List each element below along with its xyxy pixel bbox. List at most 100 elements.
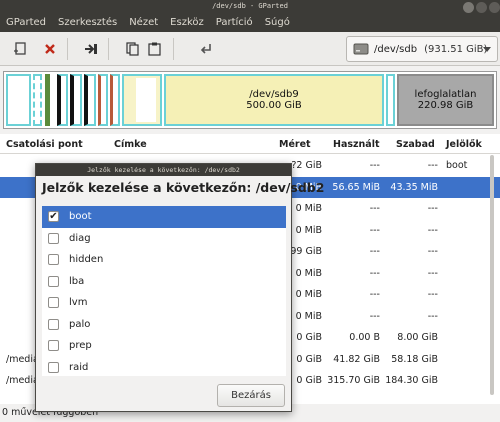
manage-flags-dialog: Jelzők kezelése a következőn: /dev/sdb2 … bbox=[35, 163, 324, 412]
menu-view[interactable]: Nézet bbox=[123, 17, 164, 28]
partition-block[interactable] bbox=[45, 74, 50, 126]
checkbox-diag[interactable] bbox=[48, 232, 59, 244]
partition-block[interactable] bbox=[122, 74, 162, 126]
flag-item-diag[interactable]: diag bbox=[42, 228, 286, 250]
column-size[interactable]: Méret bbox=[279, 139, 311, 150]
partition-graph: /dev/sdb9 500.00 GiB lefoglalatlan 220.9… bbox=[3, 71, 497, 129]
flag-label: prep bbox=[69, 340, 92, 352]
partition-block[interactable] bbox=[33, 74, 42, 126]
cell-mount-point: /media bbox=[6, 353, 39, 365]
paste-button[interactable] bbox=[143, 38, 165, 60]
partition-block[interactable] bbox=[98, 74, 108, 126]
resize-move-button[interactable] bbox=[80, 38, 102, 60]
partition-block[interactable] bbox=[84, 74, 96, 126]
delete-icon bbox=[45, 44, 55, 54]
cell-used: --- bbox=[369, 267, 380, 279]
partition-sdb9[interactable]: /dev/sdb9 500.00 GiB bbox=[164, 74, 384, 126]
device-name: /dev/sdb bbox=[374, 43, 418, 55]
cell-used: 0.00 B bbox=[349, 332, 380, 343]
toolbar-separator bbox=[173, 38, 174, 60]
column-free[interactable]: Szabad bbox=[396, 139, 435, 150]
cell-free: --- bbox=[427, 246, 438, 257]
cell-free: 184.30 GiB bbox=[385, 375, 438, 386]
copy-button[interactable] bbox=[121, 38, 143, 60]
menu-partition[interactable]: Partíció bbox=[210, 17, 259, 28]
checkbox-palo[interactable] bbox=[48, 318, 59, 330]
dialog-heading: Jelzők kezelése a következőn: /dev/sdb2 bbox=[42, 180, 325, 195]
close-window-icon[interactable] bbox=[463, 2, 474, 13]
close-button[interactable]: Bezárás bbox=[217, 384, 285, 407]
partition-block[interactable] bbox=[110, 74, 120, 126]
column-mount-point[interactable]: Csatolási pont bbox=[6, 139, 83, 150]
partition-block[interactable] bbox=[57, 74, 68, 126]
cell-size: 0 GiB bbox=[296, 353, 322, 365]
cell-size: 0 MiB bbox=[295, 203, 322, 214]
checkbox-lba[interactable] bbox=[48, 275, 59, 287]
checkbox-boot[interactable]: ✔ bbox=[48, 211, 59, 223]
menubar: GParted Szerkesztés Nézet Eszköz Partíci… bbox=[0, 13, 500, 32]
column-used[interactable]: Használt bbox=[333, 139, 380, 150]
paste-icon bbox=[147, 42, 161, 56]
menu-device[interactable]: Eszköz bbox=[164, 17, 210, 28]
device-selector[interactable]: /dev/sdb (931.51 GiB) bbox=[346, 36, 498, 62]
maximize-window-icon[interactable] bbox=[489, 2, 500, 13]
cell-size: 0 MiB bbox=[295, 267, 322, 279]
cell-size: 0 MiB bbox=[295, 310, 322, 322]
cell-free: --- bbox=[427, 160, 438, 171]
cell-free: --- bbox=[427, 224, 438, 236]
unallocated-size: 220.98 GiB bbox=[417, 100, 474, 111]
dialog-titlebar: Jelzők kezelése a következőn: /dev/sdb2 bbox=[36, 164, 291, 176]
column-flags[interactable]: Jelölők bbox=[446, 139, 482, 150]
checkbox-lvm[interactable] bbox=[48, 297, 59, 309]
cell-used: --- bbox=[369, 224, 380, 236]
flag-item-palo[interactable]: palo bbox=[42, 314, 286, 336]
cell-flags: boot bbox=[446, 160, 468, 171]
menu-edit[interactable]: Szerkesztés bbox=[52, 17, 123, 28]
flag-item-lba[interactable]: lba bbox=[42, 271, 286, 293]
window-title: /dev/sdb - GParted bbox=[212, 2, 288, 10]
partition-block[interactable] bbox=[6, 74, 31, 126]
flag-item-boot[interactable]: ✔ boot bbox=[42, 206, 286, 228]
chevron-down-icon bbox=[483, 47, 491, 52]
cell-mount-point: /media bbox=[6, 375, 39, 386]
checkbox-raid[interactable] bbox=[48, 361, 59, 373]
flags-list: ✔ boot diag hidden lba lvm palo prep rai… bbox=[42, 206, 286, 376]
flag-label: hidden bbox=[69, 254, 104, 266]
checkbox-hidden[interactable] bbox=[48, 254, 59, 266]
table-scrollbar[interactable] bbox=[490, 155, 494, 395]
flag-label: lvm bbox=[69, 297, 88, 309]
new-partition-button[interactable] bbox=[9, 38, 31, 60]
cell-used: 56.65 MiB bbox=[332, 181, 380, 193]
flag-item-hidden[interactable]: hidden bbox=[42, 249, 286, 271]
cell-free: 58.18 GiB bbox=[391, 353, 438, 365]
disk-icon bbox=[353, 43, 369, 55]
flag-label: palo bbox=[69, 318, 91, 330]
cell-free: --- bbox=[427, 203, 438, 214]
partition-unallocated[interactable]: lefoglalatlan 220.98 GiB bbox=[397, 74, 494, 126]
flag-item-raid[interactable]: raid bbox=[42, 357, 286, 379]
flag-item-lvm[interactable]: lvm bbox=[42, 292, 286, 314]
column-label[interactable]: Címke bbox=[114, 139, 147, 150]
cell-size: 99 GiB bbox=[290, 246, 322, 257]
delete-partition-button[interactable] bbox=[39, 38, 61, 60]
minimize-window-icon[interactable] bbox=[476, 2, 487, 13]
flag-label: boot bbox=[69, 211, 92, 223]
cell-used: --- bbox=[369, 289, 380, 300]
partition-sdb9-size: 500.00 GiB bbox=[246, 100, 302, 111]
menu-help[interactable]: Súgó bbox=[259, 17, 296, 28]
partition-block[interactable] bbox=[70, 74, 82, 126]
cell-free: 8.00 GiB bbox=[397, 332, 438, 343]
cell-size: 0 MiB bbox=[295, 224, 322, 236]
toolbar-separator bbox=[108, 38, 109, 60]
undo-button[interactable] bbox=[194, 38, 216, 60]
cell-free: --- bbox=[427, 267, 438, 279]
cell-used: --- bbox=[369, 246, 380, 257]
partition-block[interactable] bbox=[386, 74, 395, 126]
cell-used: --- bbox=[369, 160, 380, 171]
flag-label: diag bbox=[69, 232, 91, 244]
partition-sdb9-name: /dev/sdb9 bbox=[249, 89, 299, 100]
flag-item-prep[interactable]: prep bbox=[42, 335, 286, 357]
menu-gparted[interactable]: GParted bbox=[0, 17, 52, 28]
cell-free: --- bbox=[427, 310, 438, 322]
checkbox-prep[interactable] bbox=[48, 340, 59, 352]
